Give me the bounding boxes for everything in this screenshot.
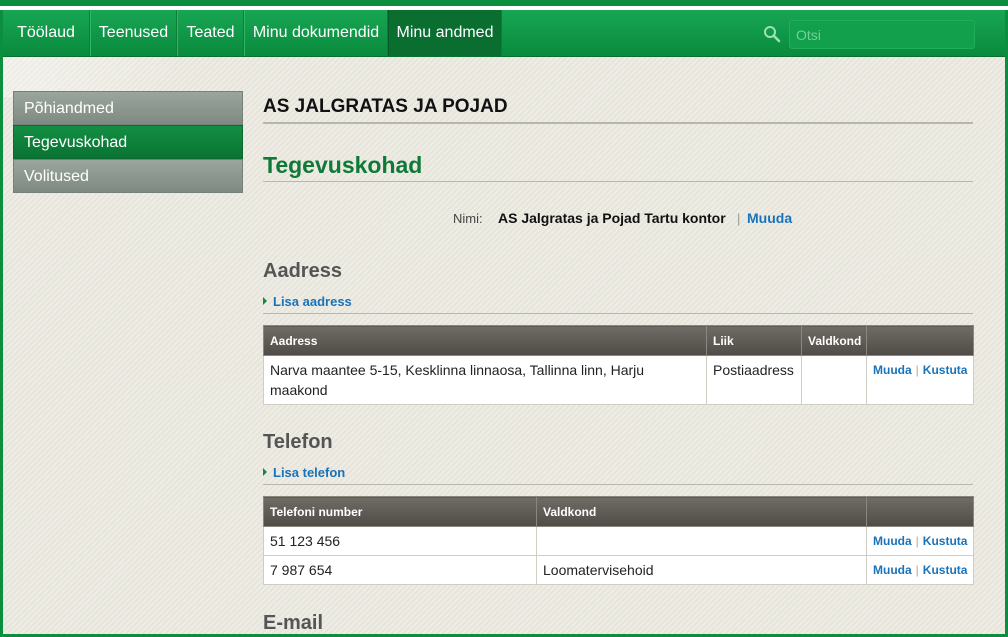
delete-phone-link[interactable]: Kustuta [923,563,968,577]
divider [263,484,973,485]
column-header-type: Liik [706,325,802,356]
field-cell [536,526,867,556]
phone-number-cell: 51 123 456 [263,526,537,556]
nav-item-minu-dokumendid[interactable]: Minu dokumendid [244,10,388,56]
nav-item-teated[interactable]: Teated [177,10,244,56]
table-row: 51 123 456 Muuda | Kustuta [263,526,974,556]
sidebar-item-volitused[interactable]: Volitused [13,159,243,193]
separator: | [915,563,919,577]
name-value: AS Jalgratas ja Pojad Tartu kontor [498,210,726,226]
main-navbar: Töölaud Teenused Teated Minu dokumendid … [3,10,1005,57]
email-section-title: E-mail [263,612,324,634]
address-cell: Narva maantee 5-15, Kesklinna linnaosa, … [263,355,707,405]
nav-item-minu-andmed[interactable]: Minu andmed [388,10,502,56]
add-phone-link[interactable]: Lisa telefon [263,465,345,480]
delete-address-link[interactable]: Kustuta [923,363,968,377]
separator: | [915,534,919,548]
search-icon[interactable] [763,25,781,43]
table-header-row: Telefoni number Valdkond [263,496,974,527]
divider [263,181,973,182]
phone-section-title: Telefon [263,431,333,453]
search-input[interactable] [789,20,975,49]
column-header-actions [866,496,974,527]
table-row: 7 987 654 Loomatervisehoid Muuda | Kustuta [263,555,974,585]
address-section-title: Aadress [263,260,342,282]
phone-number-cell: 7 987 654 [263,555,537,585]
company-name: AS JALGRATAS JA POJAD [263,96,508,117]
nav-item-toolaud[interactable]: Töölaud [3,10,90,56]
edit-phone-link[interactable]: Muuda [873,563,912,577]
divider [263,313,973,314]
column-header-actions [866,325,974,356]
separator: | [915,363,919,377]
column-header-address: Aadress [263,325,707,356]
edit-phone-link[interactable]: Muuda [873,534,912,548]
page-title: Tegevuskohad [263,152,423,178]
field-cell [801,355,867,405]
name-separator: | [737,211,741,226]
column-header-phone-number: Telefoni number [263,496,537,527]
arrow-right-icon [263,297,267,305]
actions-cell: Muuda | Kustuta [866,355,974,405]
divider [263,122,973,124]
column-header-field: Valdkond [801,325,867,356]
phone-table: Telefoni number Valdkond 51 123 456 Muud… [263,496,974,585]
arrow-right-icon [263,468,267,476]
table-row: Narva maantee 5-15, Kesklinna linnaosa, … [263,355,974,405]
nav-item-teenused[interactable]: Teenused [90,10,177,56]
add-address-link[interactable]: Lisa aadress [263,294,352,309]
name-label: Nimi: [453,211,483,226]
sidebar-item-tegevuskohad[interactable]: Tegevuskohad [13,125,243,159]
table-header-row: Aadress Liik Valdkond [263,325,974,356]
type-cell: Postiaadress [706,355,802,405]
actions-cell: Muuda | Kustuta [866,526,974,556]
address-table: Aadress Liik Valdkond Narva maantee 5-15… [263,325,974,405]
delete-phone-link[interactable]: Kustuta [923,534,968,548]
add-phone-label: Lisa telefon [273,465,346,480]
actions-cell: Muuda | Kustuta [866,555,974,585]
edit-address-link[interactable]: Muuda [873,363,912,377]
add-address-label: Lisa aadress [273,294,352,309]
column-header-field: Valdkond [536,496,867,527]
sidebar-item-pohiandmed[interactable]: Põhiandmed [13,91,243,125]
edit-name-link[interactable]: Muuda [747,210,792,226]
field-cell: Loomatervisehoid [536,555,867,585]
